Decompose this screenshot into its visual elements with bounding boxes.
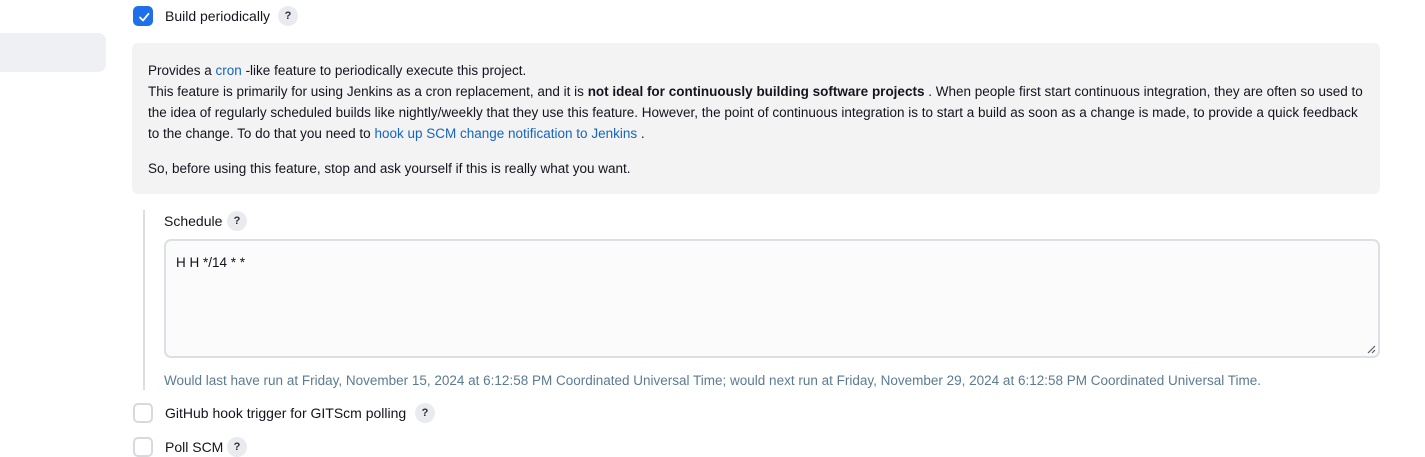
sidebar-active-item[interactable] <box>0 33 106 72</box>
help-text: -like feature to periodically execute th… <box>241 63 527 78</box>
cron-link[interactable]: cron <box>216 63 242 78</box>
schedule-value[interactable]: H H */14 * * <box>176 255 245 270</box>
help-paragraph-1: Provides a cron -like feature to periodi… <box>148 60 1368 144</box>
github-hook-label[interactable]: GitHub hook trigger for GITScm polling <box>165 404 406 422</box>
schedule-label: Schedule <box>164 213 223 229</box>
schedule-textarea[interactable]: H H */14 * * <box>164 239 1380 358</box>
build-periodically-checkbox[interactable] <box>133 6 153 26</box>
schedule-help-icon[interactable]: ? <box>227 211 247 231</box>
poll-scm-checkbox[interactable] <box>133 437 153 457</box>
schedule-validation-message: Would last have run at Friday, November … <box>164 373 1262 388</box>
github-hook-checkbox[interactable] <box>133 403 153 423</box>
help-text: This feature is primarily for using Jenk… <box>148 84 588 99</box>
build-periodically-label[interactable]: Build periodically <box>165 7 270 25</box>
poll-scm-help-icon[interactable]: ? <box>227 437 247 457</box>
scm-notification-link[interactable]: hook up SCM change notification to Jenki… <box>374 126 637 141</box>
resize-handle-icon[interactable] <box>1366 344 1376 354</box>
help-bold-text: not ideal for continuously building soft… <box>587 84 925 99</box>
help-text: Provides a <box>148 63 216 78</box>
github-hook-help-icon[interactable]: ? <box>415 403 435 423</box>
build-periodically-help-icon[interactable]: ? <box>278 6 298 26</box>
poll-scm-label[interactable]: Poll SCM <box>165 438 223 456</box>
nested-section-bar <box>143 210 145 390</box>
help-paragraph-2: So, before using this feature, stop and … <box>148 161 631 176</box>
help-text: . <box>637 126 645 141</box>
checkmark-icon <box>139 12 150 22</box>
build-triggers-section: Build periodically ? Provides a cron -li… <box>0 0 1425 457</box>
